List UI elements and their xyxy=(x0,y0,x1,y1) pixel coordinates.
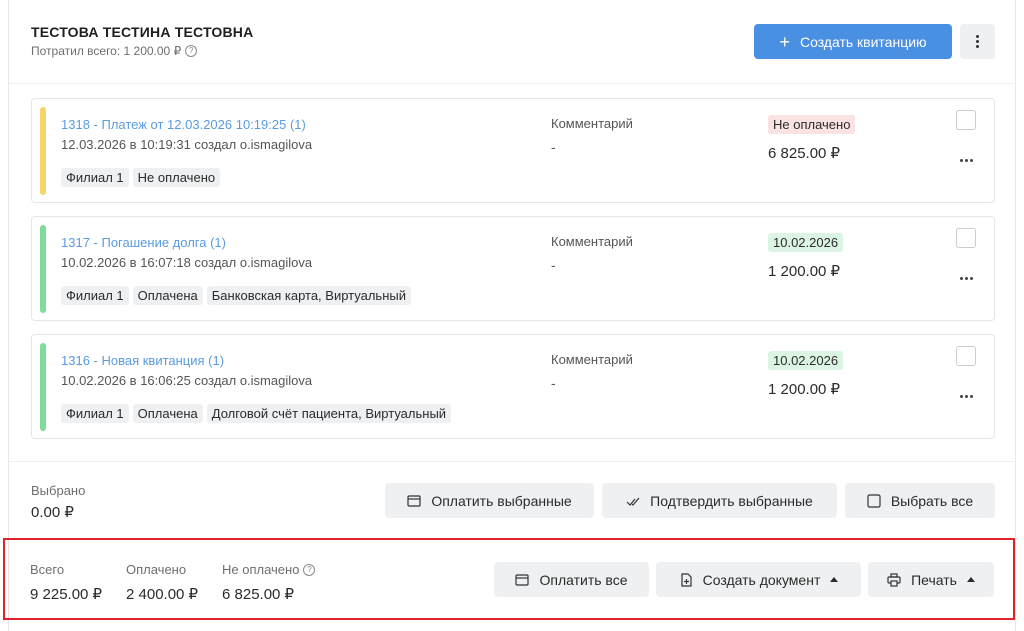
payment-window-icon xyxy=(515,573,530,586)
patient-name: ТЕСТОВА ТЕСТИНА ТЕСТОВНА xyxy=(31,24,254,40)
paid-value: 2 400.00 ₽ xyxy=(126,586,199,603)
receipt-tags: Филиал 1 Оплачена Долговой счёт пациента… xyxy=(61,404,452,423)
total-label: Всего xyxy=(30,562,65,577)
tag-payment-method: Долговой счёт пациента, Виртуальный xyxy=(206,404,452,423)
receipt-amount: 1 200.00 ₽ xyxy=(768,381,841,398)
divider xyxy=(9,461,1017,462)
pay-selected-label: Оплатить выбранные xyxy=(431,492,572,509)
status-badge: Не оплачено xyxy=(768,115,856,134)
receipt-more-button[interactable] xyxy=(956,391,976,401)
tag-branch: Филиал 1 xyxy=(61,286,129,305)
comment-value: - xyxy=(551,139,556,155)
tag-payment-status: Оплачена xyxy=(132,286,203,305)
status-bar xyxy=(40,107,46,195)
status-bar xyxy=(40,343,46,431)
receipt-card: 1318 - Платеж от 12.03.2026 10:19:25 (1)… xyxy=(31,98,995,203)
add-document-icon xyxy=(681,572,692,587)
confirm-selected-label: Подтвердить выбранные xyxy=(650,492,813,509)
unpaid-value: 6 825.00 ₽ xyxy=(222,586,295,603)
plus-icon: + xyxy=(779,31,790,52)
tag-payment-status: Оплачена xyxy=(132,404,203,423)
receipt-checkbox[interactable] xyxy=(956,346,976,366)
receipt-card: 1317 - Погашение долга (1) 10.02.2026 в … xyxy=(31,216,995,321)
create-receipt-label: Создать квитанцию xyxy=(799,33,927,50)
selected-amount: 0.00 ₽ xyxy=(31,504,74,521)
tag-payment-status: Не оплачено xyxy=(132,168,221,187)
payment-window-icon xyxy=(407,494,421,507)
payments-panel: ТЕСТОВА ТЕСТИНА ТЕСТОВНА Потратил всего:… xyxy=(8,0,1017,631)
receipt-title-link[interactable]: 1316 - Новая квитанция (1) xyxy=(61,353,224,368)
status-badge: 10.02.2026 xyxy=(768,233,844,252)
receipt-more-button[interactable] xyxy=(956,273,976,283)
print-label: Печать xyxy=(911,571,957,588)
totals-section: Всего 9 225.00 ₽ Оплачено 2 400.00 ₽ Не … xyxy=(3,538,1015,620)
caret-up-icon xyxy=(830,577,839,582)
pay-selected-button[interactable]: Оплатить выбранные xyxy=(385,483,594,518)
receipt-checkbox[interactable] xyxy=(956,228,976,248)
comment-label: Комментарий xyxy=(551,116,633,131)
paid-sum: Оплачено 2 400.00 ₽ xyxy=(126,562,198,603)
create-receipt-button[interactable]: + Создать квитанцию xyxy=(754,24,952,59)
receipt-created-info: 10.02.2026 в 16:07:18 создал o.ismagilov… xyxy=(61,255,313,270)
receipt-card: 1316 - Новая квитанция (1) 10.02.2026 в … xyxy=(31,334,995,439)
pay-all-button[interactable]: Оплатить все xyxy=(494,562,649,597)
unpaid-label-row: Не оплачено ? xyxy=(222,562,316,577)
receipt-created-info: 12.03.2026 в 10:19:31 создал o.ismagilov… xyxy=(61,137,313,152)
tag-payment-method: Банковская карта, Виртуальный xyxy=(206,286,411,305)
receipt-more-button[interactable] xyxy=(956,155,976,165)
kebab-vertical-icon xyxy=(976,35,979,48)
checkbox-icon xyxy=(867,493,881,508)
print-button[interactable]: Печать xyxy=(868,562,994,597)
caret-up-icon xyxy=(966,577,975,582)
patient-header: ТЕСТОВА ТЕСТИНА ТЕСТОВНА Потратил всего:… xyxy=(9,0,1017,84)
create-document-label: Создать документ xyxy=(702,571,821,588)
select-all-label: Выбрать все xyxy=(890,492,974,509)
confirm-selected-button[interactable]: Подтвердить выбранные xyxy=(602,483,837,518)
comment-value: - xyxy=(551,375,556,391)
paid-label: Оплачено xyxy=(126,562,187,577)
selected-label: Выбрано xyxy=(31,483,86,498)
printer-icon xyxy=(887,572,901,587)
create-document-button[interactable]: Создать документ xyxy=(656,562,861,597)
help-icon[interactable]: ? xyxy=(185,45,198,57)
tag-branch: Филиал 1 xyxy=(61,404,129,423)
total-spent: Потратил всего: 1 200.00 ₽ ? xyxy=(31,44,198,58)
receipt-created-info: 10.02.2026 в 16:06:25 создал o.ismagilov… xyxy=(61,373,313,388)
pay-all-label: Оплатить все xyxy=(539,571,628,588)
unpaid-sum: Не оплачено ? 6 825.00 ₽ xyxy=(222,562,316,603)
double-check-icon xyxy=(626,497,640,506)
select-all-button[interactable]: Выбрать все xyxy=(845,483,995,518)
status-bar xyxy=(40,225,46,313)
receipt-tags: Филиал 1 Оплачена Банковская карта, Вирт… xyxy=(61,286,411,305)
comment-value: - xyxy=(551,257,556,273)
receipt-checkbox[interactable] xyxy=(956,110,976,130)
total-sum: Всего 9 225.00 ₽ xyxy=(30,562,102,603)
comment-label: Комментарий xyxy=(551,352,633,367)
unpaid-label: Не оплачено xyxy=(222,562,300,577)
comment-label: Комментарий xyxy=(551,234,633,249)
total-spent-label: Потратил всего: 1 200.00 ₽ xyxy=(31,44,182,58)
receipt-title-link[interactable]: 1317 - Погашение долга (1) xyxy=(61,235,226,250)
total-value: 9 225.00 ₽ xyxy=(30,586,103,603)
more-options-button[interactable] xyxy=(960,24,995,59)
receipt-amount: 1 200.00 ₽ xyxy=(768,263,841,280)
receipt-tags: Филиал 1 Не оплачено xyxy=(61,168,221,187)
status-badge: 10.02.2026 xyxy=(768,351,844,370)
receipt-title-link[interactable]: 1318 - Платеж от 12.03.2026 10:19:25 (1) xyxy=(61,117,306,132)
tag-branch: Филиал 1 xyxy=(61,168,129,187)
receipt-amount: 6 825.00 ₽ xyxy=(768,145,841,162)
help-icon[interactable]: ? xyxy=(303,563,316,576)
